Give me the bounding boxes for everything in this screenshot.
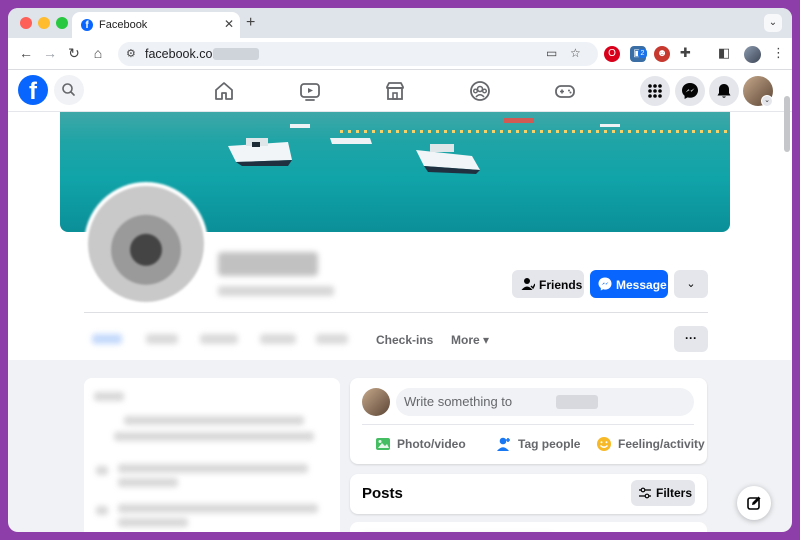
friends-label: Friends [539,278,583,292]
marketplace-icon[interactable] [382,78,408,104]
tab-close-icon[interactable]: ✕ [224,17,234,31]
feeling-activity-label: Feeling/activity [618,437,705,451]
redacted-tab[interactable] [146,334,178,344]
filters-button[interactable]: Filters [631,480,695,506]
browser-tab-facebook[interactable]: f Facebook ✕ [72,12,240,38]
redacted-icon [96,466,108,475]
redacted-text [118,478,178,487]
new-tab-button[interactable]: + [246,14,255,32]
install-icon[interactable]: ▭ [546,46,557,60]
account-chevron-down-icon[interactable]: ⌄ [761,95,773,107]
messenger-icon [598,277,612,291]
message-button[interactable]: Message [590,270,668,298]
menu-grid-icon [648,84,662,98]
photo-video-label: Photo/video [397,437,466,451]
site-info-icon[interactable]: ⚙ [126,47,136,60]
posts-header-card: Posts Filters [350,474,707,514]
friends-button[interactable]: Friends [512,270,584,298]
search-icon [62,83,75,96]
redacted-tab[interactable] [260,334,296,344]
page-scrollbar[interactable] [784,96,790,152]
edit-compose-icon [747,496,761,510]
facebook-header: f ⌄ [8,70,792,112]
browser-window: f Facebook ✕ + ⌄ ← → ↻ ⌂ ⚙ facebook.com/… [8,8,792,532]
redacted-url-part [213,48,259,60]
redacted-friend-count [218,286,334,296]
write-something-input[interactable]: Write something to [396,388,694,416]
profile-picture[interactable] [84,182,208,306]
tab-more[interactable]: More ▾ [451,333,489,347]
feeling-smiley-icon [597,437,611,451]
tab-title: Facebook [99,19,148,31]
close-window-button[interactable] [20,17,32,29]
redacted-intro-card [84,378,340,532]
messenger-button[interactable] [675,76,705,106]
groups-icon[interactable] [467,78,493,104]
redacted-icon [96,506,108,515]
redacted-text [118,464,308,473]
friends-person-icon [521,278,535,290]
redacted-text [114,432,314,441]
extension-badge: 2 [638,49,647,58]
composer-placeholder: Write something to [404,394,513,409]
profile-options-button[interactable]: ··· [674,326,708,352]
redacted-tab[interactable] [316,334,348,344]
tag-people-label: Tag people [518,437,581,451]
facebook-logo-icon[interactable]: f [18,75,48,105]
new-message-button[interactable] [737,486,771,520]
post-composer: Write something to Photo/video Tag peopl… [350,378,707,464]
redacted-tab[interactable] [200,334,238,344]
message-label: Message [616,278,667,292]
redacted-tab[interactable] [92,334,122,344]
gaming-icon[interactable] [552,78,578,104]
facebook-favicon-icon: f [81,19,93,31]
redacted-text [118,504,318,513]
filters-label: Filters [656,486,693,500]
redacted-recipient-name [556,395,598,409]
tab-checkins[interactable]: Check-ins [376,333,433,347]
minimize-window-button[interactable] [38,17,50,29]
redacted-text [124,416,304,425]
watch-icon[interactable] [297,78,323,104]
home-button[interactable]: ⌂ [90,45,106,61]
redacted-text [94,392,124,401]
photo-icon [376,438,390,450]
profile-more-dropdown[interactable]: ⌄ [674,270,708,298]
home-icon[interactable] [211,78,237,104]
forward-button[interactable]: → [42,45,58,61]
address-bar[interactable]: ⚙ facebook.com/ ▭ ☆ [118,42,598,66]
opera-extension-icon[interactable]: O [604,46,620,62]
facebook-search-button[interactable] [54,75,84,105]
filters-sliders-icon [639,487,651,499]
profile-page: Friends Message ⌄ Check-ins More ▾ ··· W… [8,112,792,532]
extensions-puzzle-icon[interactable]: ✚ [680,45,691,61]
side-panel-icon[interactable]: ◧ [718,45,730,61]
notifications-bell-icon [717,84,731,98]
menu-button[interactable] [640,76,670,106]
profile-divider [84,312,708,313]
redacted-profile-name [218,252,318,276]
reload-button[interactable]: ↻ [66,45,82,62]
redacted-text [118,518,188,527]
notifications-button[interactable] [709,76,739,106]
browser-menu-icon[interactable]: ⋮ [772,45,785,61]
maximize-window-button[interactable] [56,17,68,29]
post-card [350,522,707,532]
bookmark-star-icon[interactable]: ☆ [570,46,581,60]
tab-strip: f Facebook ✕ + ⌄ [8,8,792,38]
composer-avatar[interactable] [362,388,390,416]
browser-toolbar: ← → ↻ ⌂ ⚙ facebook.com/ ▭ ☆ O ▣ 2 ☻ ✚ ◧ … [8,38,792,70]
tab-search-button[interactable]: ⌄ [764,14,782,32]
messenger-icon [682,83,698,99]
profile-header-card: Friends Message ⌄ Check-ins More ▾ ··· [8,112,792,360]
tag-people-icon [497,437,510,451]
back-button[interactable]: ← [18,45,34,61]
composer-divider [362,424,694,425]
browser-profile-avatar[interactable] [744,46,761,63]
extension-face-icon[interactable]: ☻ [654,46,670,62]
posts-title: Posts [362,485,403,502]
